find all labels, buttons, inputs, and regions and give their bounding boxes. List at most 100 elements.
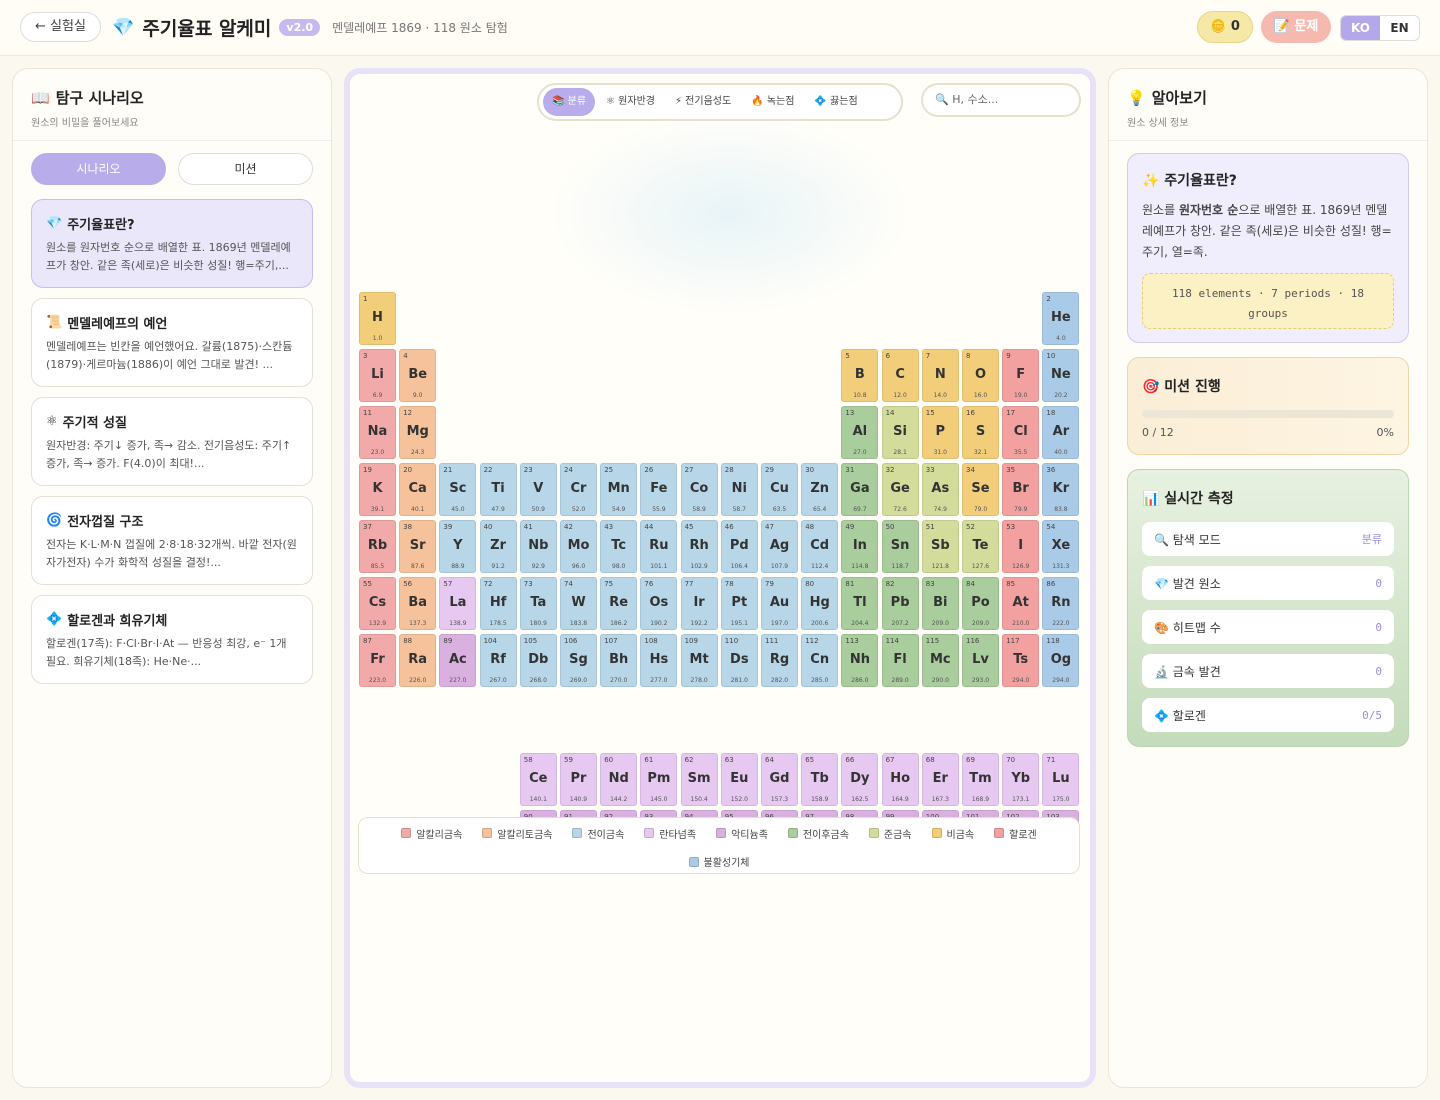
element-mo[interactable]: 42 Mo 96.0 [560,520,597,573]
tab-scenario[interactable]: 시나리오 [31,153,166,185]
element-ca[interactable]: 20 Ca 40.1 [399,463,437,516]
element-k[interactable]: 19 K 39.1 [359,463,396,516]
element-f[interactable]: 9 F 19.0 [1002,349,1040,402]
element-li[interactable]: 3 Li 6.9 [359,349,396,402]
element-la[interactable]: 57 La 138.9 [439,577,477,630]
element-ge[interactable]: 32 Ge 72.6 [881,463,919,516]
element-cl[interactable]: 17 Cl 35.5 [1002,406,1040,459]
element-br[interactable]: 35 Br 79.9 [1002,463,1040,516]
element-nb[interactable]: 41 Nb 92.9 [519,520,557,573]
element-w[interactable]: 74 W 183.8 [560,577,597,630]
tab-mission[interactable]: 미션 [178,153,313,185]
element-n[interactable]: 7 N 14.0 [921,349,959,402]
element-zn[interactable]: 30 Zn 65.4 [801,463,839,516]
element-ag[interactable]: 47 Ag 107.9 [761,520,798,573]
element-eu[interactable]: 63 Eu 152.0 [720,753,758,806]
element-nd[interactable]: 60 Nd 144.2 [600,753,638,806]
element-fr[interactable]: 87 Fr 223.0 [359,634,396,687]
element-sb[interactable]: 51 Sb 121.8 [921,520,959,573]
element-db[interactable]: 105 Db 268.0 [519,634,557,687]
filter-atomic-radius[interactable]: ⚛ 원자반경 [597,88,664,116]
element-be[interactable]: 4 Be 9.0 [399,349,437,402]
element-na[interactable]: 11 Na 23.0 [359,406,396,459]
element-ru[interactable]: 44 Ru 101.1 [640,520,678,573]
element-al[interactable]: 13 Al 27.0 [841,406,879,459]
element-hf[interactable]: 72 Hf 178.5 [479,577,517,630]
element-bh[interactable]: 107 Bh 270.0 [600,634,638,687]
element-si[interactable]: 14 Si 28.1 [881,406,919,459]
element-tm[interactable]: 69 Tm 168.9 [962,753,999,806]
element-sg[interactable]: 106 Sg 269.0 [560,634,597,687]
element-gd[interactable]: 64 Gd 157.3 [761,753,798,806]
element-ce[interactable]: 58 Ce 140.1 [519,753,557,806]
element-cn[interactable]: 112 Cn 285.0 [801,634,839,687]
quiz-button[interactable]: 📝 문제 [1261,11,1331,43]
filter-electronegativity[interactable]: ⚡ 전기음성도 [666,88,740,116]
element-ho[interactable]: 67 Ho 164.9 [881,753,919,806]
element-tc[interactable]: 43 Tc 98.0 [600,520,638,573]
lang-ko-button[interactable]: KO [1341,16,1380,40]
element-nh[interactable]: 113 Nh 286.0 [841,634,879,687]
element-xe[interactable]: 54 Xe 131.3 [1042,520,1080,573]
element-v[interactable]: 23 V 50.9 [519,463,557,516]
element-mg[interactable]: 12 Mg 24.3 [399,406,437,459]
element-ti[interactable]: 22 Ti 47.9 [479,463,517,516]
element-re[interactable]: 75 Re 186.2 [600,577,638,630]
element-p[interactable]: 15 P 31.0 [921,406,959,459]
element-mt[interactable]: 109 Mt 278.0 [680,634,718,687]
lang-en-button[interactable]: EN [1380,16,1419,40]
element-os[interactable]: 76 Os 190.2 [640,577,678,630]
element-rg[interactable]: 111 Rg 282.0 [761,634,798,687]
element-kr[interactable]: 36 Kr 83.8 [1042,463,1080,516]
filter-boiling-point[interactable]: 💠 끓는점 [805,88,866,116]
element-ds[interactable]: 110 Ds 281.0 [720,634,758,687]
element-y[interactable]: 39 Y 88.9 [439,520,477,573]
element-search-input[interactable]: 🔍 H, 수소... [921,83,1081,117]
filter-melting-point[interactable]: 🔥 녹는점 [742,88,803,116]
element-tb[interactable]: 65 Tb 158.9 [801,753,839,806]
element-fe[interactable]: 26 Fe 55.9 [640,463,678,516]
element-zr[interactable]: 40 Zr 91.2 [479,520,517,573]
element-as[interactable]: 33 As 74.9 [921,463,959,516]
element-yb[interactable]: 70 Yb 173.1 [1002,753,1040,806]
element-cr[interactable]: 24 Cr 52.0 [560,463,597,516]
element-hs[interactable]: 108 Hs 277.0 [640,634,678,687]
element-dy[interactable]: 66 Dy 162.5 [841,753,879,806]
back-button[interactable]: ← 실험실 [20,12,101,42]
element-se[interactable]: 34 Se 79.0 [962,463,999,516]
element-h[interactable]: 1 H 1.0 [359,292,396,345]
element-pm[interactable]: 61 Pm 145.0 [640,753,678,806]
element-i[interactable]: 53 I 126.9 [1002,520,1040,573]
element-ne[interactable]: 10 Ne 20.2 [1042,349,1080,402]
element-ga[interactable]: 31 Ga 69.7 [841,463,879,516]
scenario-card[interactable]: 💠 할로겐과 희유기체 할로겐(17족): F·Cl·Br·I·At — 반응성 … [31,595,313,684]
element-in[interactable]: 49 In 114.8 [841,520,879,573]
element-s[interactable]: 16 S 32.1 [962,406,999,459]
element-co[interactable]: 27 Co 58.9 [680,463,718,516]
element-er[interactable]: 68 Er 167.3 [921,753,959,806]
scenario-card[interactable]: 🌀 전자껍질 구조 전자는 K·L·M·N 껍질에 2·8·18·32개씩. 바깥… [31,496,313,585]
element-ni[interactable]: 28 Ni 58.7 [720,463,758,516]
element-og[interactable]: 118 Og 294.0 [1042,634,1080,687]
element-ir[interactable]: 77 Ir 192.2 [680,577,718,630]
element-lv[interactable]: 116 Lv 293.0 [962,634,999,687]
element-ts[interactable]: 117 Ts 294.0 [1002,634,1040,687]
element-ar[interactable]: 18 Ar 40.0 [1042,406,1080,459]
element-ba[interactable]: 56 Ba 137.3 [399,577,437,630]
element-pd[interactable]: 46 Pd 106.4 [720,520,758,573]
element-pb[interactable]: 82 Pb 207.2 [881,577,919,630]
element-b[interactable]: 5 B 10.8 [841,349,879,402]
element-sr[interactable]: 38 Sr 87.6 [399,520,437,573]
element-rf[interactable]: 104 Rf 267.0 [479,634,517,687]
element-sm[interactable]: 62 Sm 150.4 [680,753,718,806]
element-rh[interactable]: 45 Rh 102.9 [680,520,718,573]
element-tl[interactable]: 81 Tl 204.4 [841,577,879,630]
element-o[interactable]: 8 O 16.0 [962,349,999,402]
element-bi[interactable]: 83 Bi 209.0 [921,577,959,630]
element-au[interactable]: 79 Au 197.0 [761,577,798,630]
element-pr[interactable]: 59 Pr 140.9 [560,753,597,806]
element-ta[interactable]: 73 Ta 180.9 [519,577,557,630]
element-hg[interactable]: 80 Hg 200.6 [801,577,839,630]
element-rn[interactable]: 86 Rn 222.0 [1042,577,1080,630]
element-rb[interactable]: 37 Rb 85.5 [359,520,396,573]
